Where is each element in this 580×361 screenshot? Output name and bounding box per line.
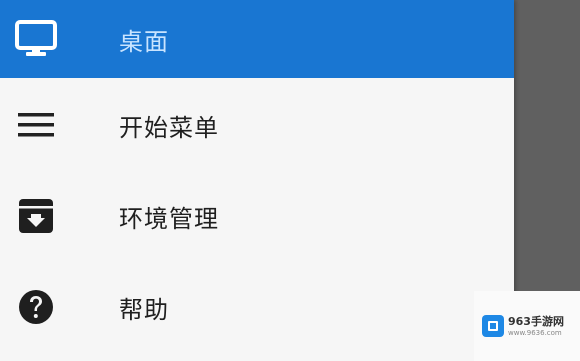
drawer-item-label: 帮助 xyxy=(119,295,169,324)
drawer-item-start-menu[interactable]: 开始菜单 xyxy=(0,86,514,164)
watermark: 963手游网 www.9636.com xyxy=(474,291,580,361)
drawer-item-help[interactable]: 帮助 xyxy=(0,268,514,346)
watermark-url: www.9636.com xyxy=(508,328,562,337)
monitor-icon xyxy=(14,17,58,61)
drawer-item-label: 桌面 xyxy=(119,27,169,56)
navigation-drawer: 桌面 开始菜单 环境管理 帮助 xyxy=(0,0,514,361)
screen: 桌面 开始菜单 环境管理 帮助 963手游网 www.9636.com xyxy=(0,0,580,361)
help-icon xyxy=(14,285,58,329)
drawer-item-environment[interactable]: 环境管理 xyxy=(0,177,514,255)
archive-icon xyxy=(14,194,58,238)
drawer-item-label: 开始菜单 xyxy=(119,113,219,142)
watermark-title: 963手游网 xyxy=(508,314,564,328)
menu-icon xyxy=(14,103,58,147)
watermark-logo-icon xyxy=(482,315,504,337)
watermark-text: 963手游网 www.9636.com xyxy=(508,316,564,337)
drawer-item-label: 环境管理 xyxy=(119,204,219,233)
drawer-item-desktop[interactable]: 桌面 xyxy=(0,0,514,78)
